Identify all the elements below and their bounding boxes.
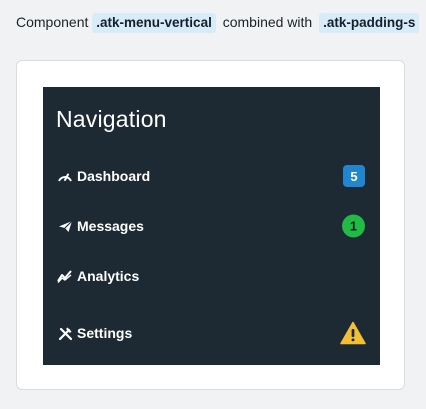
- menu-item-label: Analytics: [77, 268, 140, 284]
- menu-item-messages[interactable]: Messages 1: [43, 209, 380, 243]
- menu-item-label: Settings: [77, 325, 133, 341]
- tools-icon: [56, 324, 74, 342]
- menu-item-analytics[interactable]: Analytics: [43, 259, 380, 293]
- count-badge: 5: [343, 165, 365, 187]
- menu-item-label: Messages: [77, 218, 144, 234]
- speedometer-icon: [56, 167, 74, 185]
- line-chart-icon: [56, 267, 74, 285]
- vertical-menu: Navigation Dashboard 5 Messages 1 Analyt…: [43, 87, 380, 365]
- intro-prefix: Component: [16, 14, 89, 30]
- paper-plane-icon: [56, 217, 74, 235]
- class-name-padding: .atk-padding-s: [319, 13, 420, 33]
- count-badge: 1: [342, 214, 365, 238]
- menu-item-label: Dashboard: [77, 168, 151, 184]
- intro-middle: combined with: [222, 14, 313, 30]
- intro-text: Component .atk-menu-vertical combined wi…: [16, 12, 426, 34]
- menu-item-dashboard[interactable]: Dashboard 5: [43, 159, 380, 193]
- menu-title: Navigation: [56, 106, 167, 132]
- menu-item-settings[interactable]: Settings: [43, 316, 380, 350]
- class-name-menu-vertical: .atk-menu-vertical: [92, 13, 216, 33]
- warning-icon: [340, 321, 366, 345]
